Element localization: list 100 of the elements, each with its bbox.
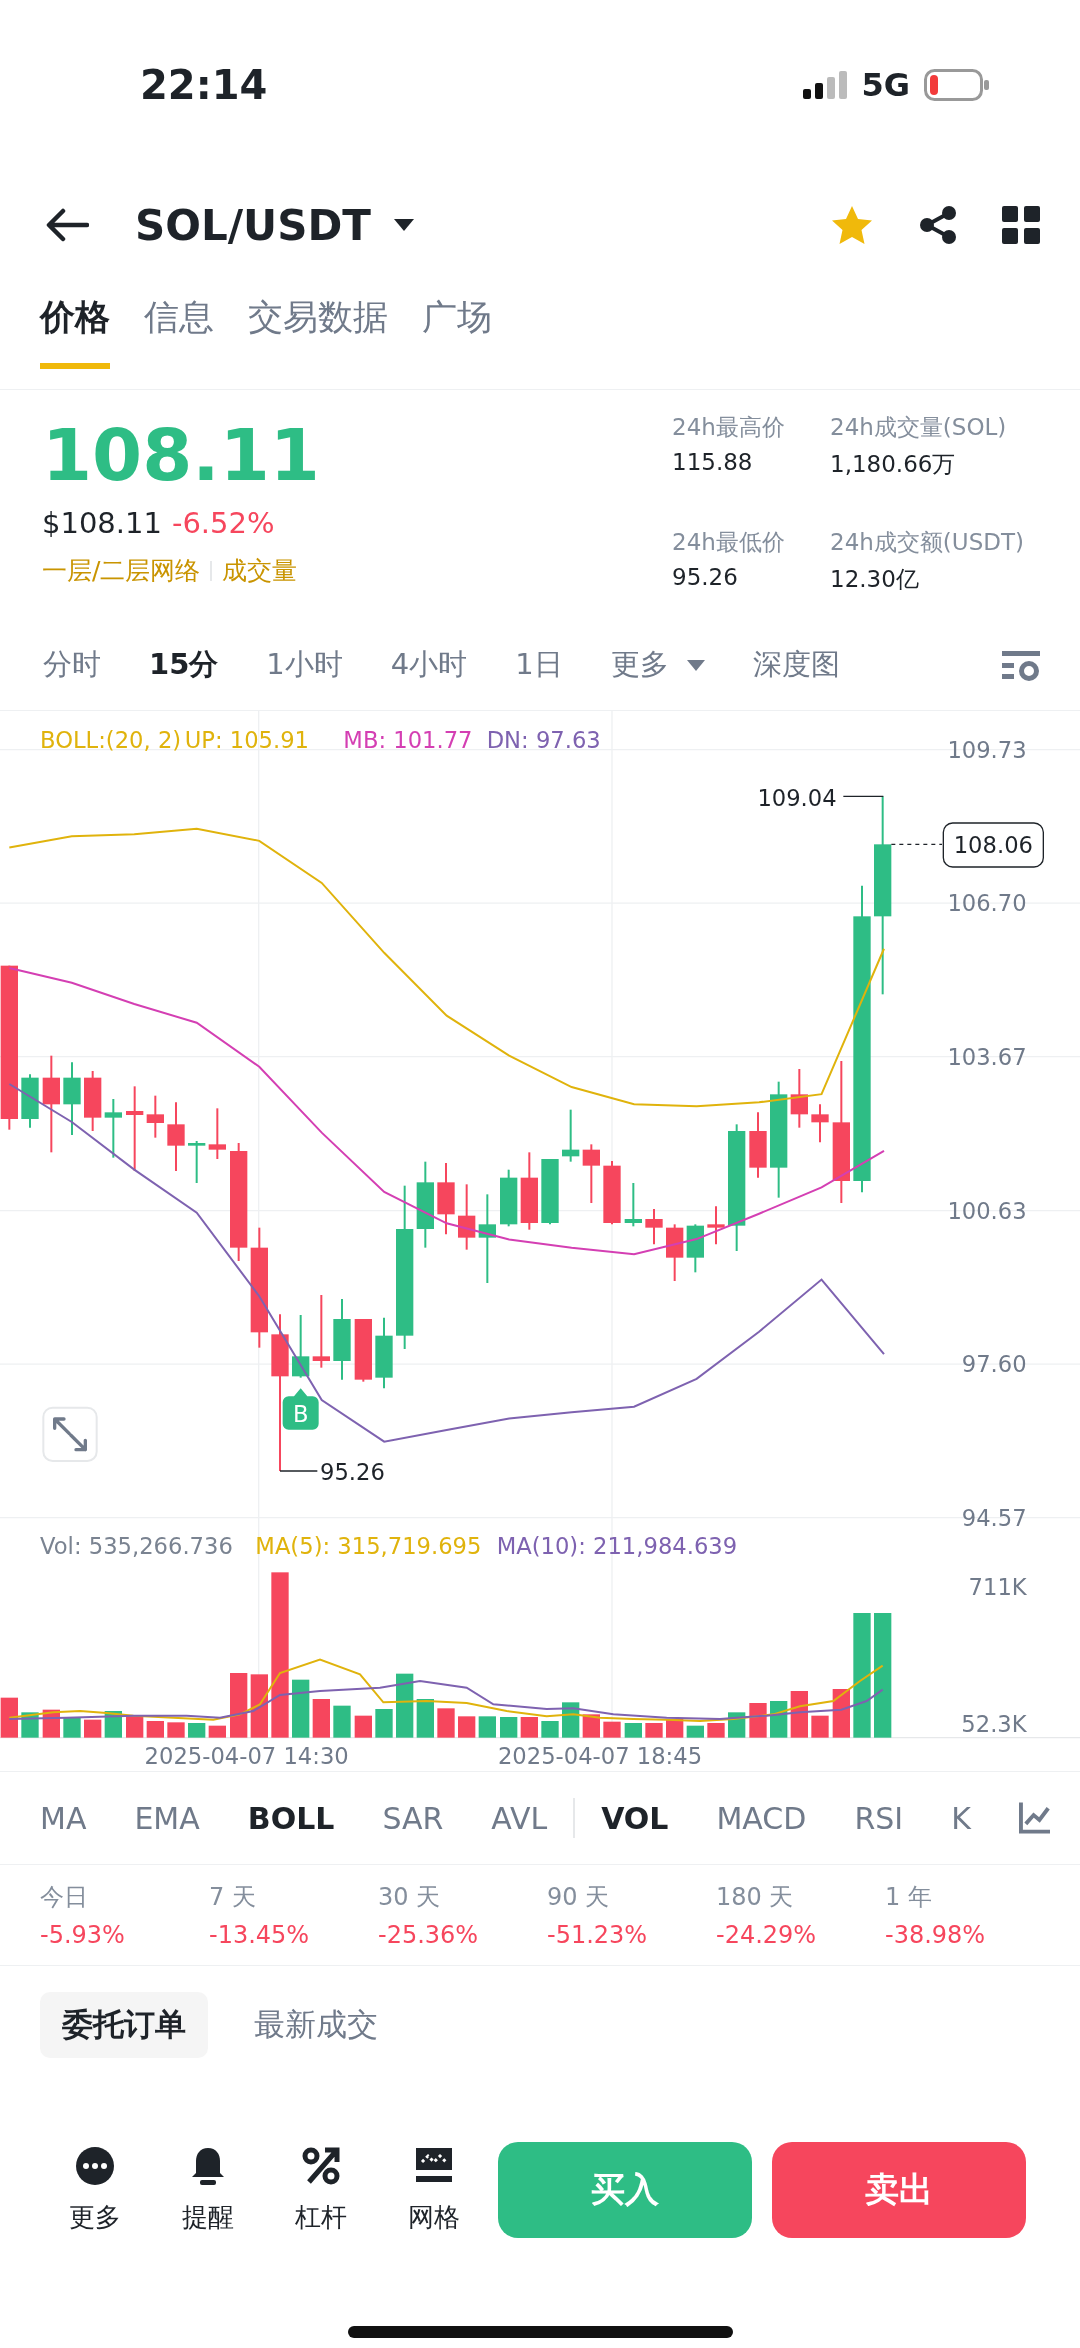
grid-icon[interactable]	[1002, 206, 1040, 244]
order-tab[interactable]: 委托订单	[40, 1992, 208, 2058]
back-icon[interactable]	[45, 208, 89, 242]
chart-line-icon[interactable]	[1018, 1802, 1050, 1834]
stat-value: 95.26	[672, 564, 739, 590]
price-change: -6.52%	[171, 506, 275, 540]
volume-bar	[749, 1703, 767, 1738]
period-label: 90 天	[547, 1882, 611, 1913]
axis-label: 52.3K	[961, 1711, 1027, 1738]
action-button[interactable]: 更多	[52, 2145, 137, 2235]
tab[interactable]: 信息	[144, 294, 214, 369]
chart-settings-icon[interactable]	[1002, 649, 1040, 681]
order-tab[interactable]: 最新成交	[232, 1992, 400, 2058]
candle	[707, 1205, 725, 1246]
volume-bar	[84, 1719, 102, 1738]
interval-tab[interactable]: 分时	[43, 645, 101, 685]
stat-value: 1,180.66万	[830, 450, 957, 479]
volume-bar	[0, 1697, 18, 1738]
indicator-tab[interactable]: AVL	[491, 1800, 548, 1836]
indicator-tab[interactable]: MACD	[716, 1800, 807, 1836]
candle	[624, 1182, 642, 1228]
indicator-tab[interactable]: VOL	[601, 1800, 669, 1836]
candle	[562, 1108, 580, 1163]
indicator-tab[interactable]: K	[951, 1800, 971, 1836]
buy-button[interactable]: 买入	[498, 2142, 752, 2238]
candle	[686, 1223, 704, 1274]
stat-value: 12.30亿	[830, 565, 920, 594]
period-change: -25.36%	[378, 1921, 480, 1949]
tab[interactable]: 广场	[422, 294, 492, 369]
volume-bar	[312, 1699, 330, 1738]
legend-label: MB: 101.77	[343, 727, 473, 754]
volume-bar	[230, 1673, 248, 1738]
indicator-tab[interactable]: RSI	[854, 1800, 904, 1836]
interval-tab[interactable]: 深度图	[752, 645, 840, 685]
volume-bar	[811, 1715, 829, 1738]
candle	[167, 1101, 185, 1172]
candle	[292, 1314, 310, 1379]
candle	[458, 1183, 476, 1251]
period-label: 7 天	[209, 1882, 257, 1913]
volume-bar	[146, 1721, 164, 1738]
volume-bar	[686, 1725, 704, 1738]
interval-tab[interactable]: 15分	[149, 645, 219, 685]
leader-line	[279, 1470, 318, 1472]
stat-label: 24h成交量(SOL)	[830, 413, 1008, 442]
candle	[749, 1111, 767, 1179]
interval-tab[interactable]: 1日	[515, 645, 563, 685]
volume-bar	[707, 1723, 725, 1738]
indicator-tab[interactable]: EMA	[134, 1800, 200, 1836]
sell-button[interactable]: 卖出	[772, 2142, 1026, 2238]
interval-tab[interactable]: 4小时	[390, 645, 468, 685]
volume-bar	[126, 1716, 144, 1738]
tab[interactable]: 交易数据	[248, 294, 388, 369]
volume-bar	[250, 1674, 268, 1738]
volume-bar	[541, 1721, 559, 1738]
indicator-tab[interactable]: MA	[40, 1800, 87, 1836]
volume-bar	[292, 1679, 310, 1738]
volume-bar	[832, 1689, 850, 1738]
candle	[645, 1208, 663, 1246]
percent-icon	[300, 2145, 341, 2186]
time-label: 2025-04-07 18:45	[497, 1743, 703, 1770]
action-button[interactable]: 杠杆	[278, 2145, 363, 2235]
volume-bar	[208, 1725, 226, 1738]
volume-bar	[458, 1716, 476, 1738]
period-change: -51.23%	[547, 1921, 649, 1949]
leader-line	[890, 843, 943, 845]
action-button[interactable]: 提醒	[165, 2145, 250, 2235]
star-icon[interactable]	[830, 204, 874, 246]
candle	[21, 1073, 39, 1129]
share-icon[interactable]	[918, 205, 958, 245]
action-button[interactable]: 网格	[391, 2145, 476, 2235]
stat-label: 24h成交额(USDT)	[830, 528, 1025, 557]
candle	[84, 1070, 102, 1132]
volume-bar	[790, 1691, 808, 1738]
tab[interactable]: 价格	[40, 294, 110, 369]
legend-label: MA(10): 211,984.639	[496, 1532, 738, 1559]
volume-bar	[188, 1723, 206, 1738]
pair-title[interactable]: SOL/USDT	[135, 200, 371, 250]
expand-button[interactable]	[42, 1406, 98, 1462]
clock-time: 22:14	[140, 62, 269, 108]
interval-tab[interactable]: 更多	[610, 645, 705, 685]
indicator-tab[interactable]: BOLL	[247, 1800, 335, 1836]
category-tag[interactable]: 一层/二层网络	[42, 554, 201, 587]
candle	[811, 1103, 829, 1144]
stat-label: 24h最高价	[672, 413, 786, 442]
signal-icon	[803, 71, 850, 99]
volume-bar	[437, 1708, 455, 1738]
last-price: 108.11	[42, 412, 321, 498]
indicator-tab[interactable]: SAR	[382, 1800, 444, 1836]
candle	[541, 1158, 559, 1226]
candle	[666, 1223, 684, 1282]
interval-tab[interactable]: 1小时	[266, 645, 343, 685]
category-tag[interactable]: 成交量	[222, 554, 298, 587]
volume-bar	[728, 1712, 746, 1738]
candle	[208, 1107, 226, 1160]
legend-label: BOLL:(20, 2)	[40, 727, 182, 754]
axis-label: 94.57	[961, 1504, 1027, 1531]
network-label: 5G	[861, 66, 910, 104]
axis-label: 103.67	[947, 1043, 1027, 1070]
low-price-label: 95.26	[320, 1458, 385, 1485]
caret-icon[interactable]	[392, 218, 415, 232]
